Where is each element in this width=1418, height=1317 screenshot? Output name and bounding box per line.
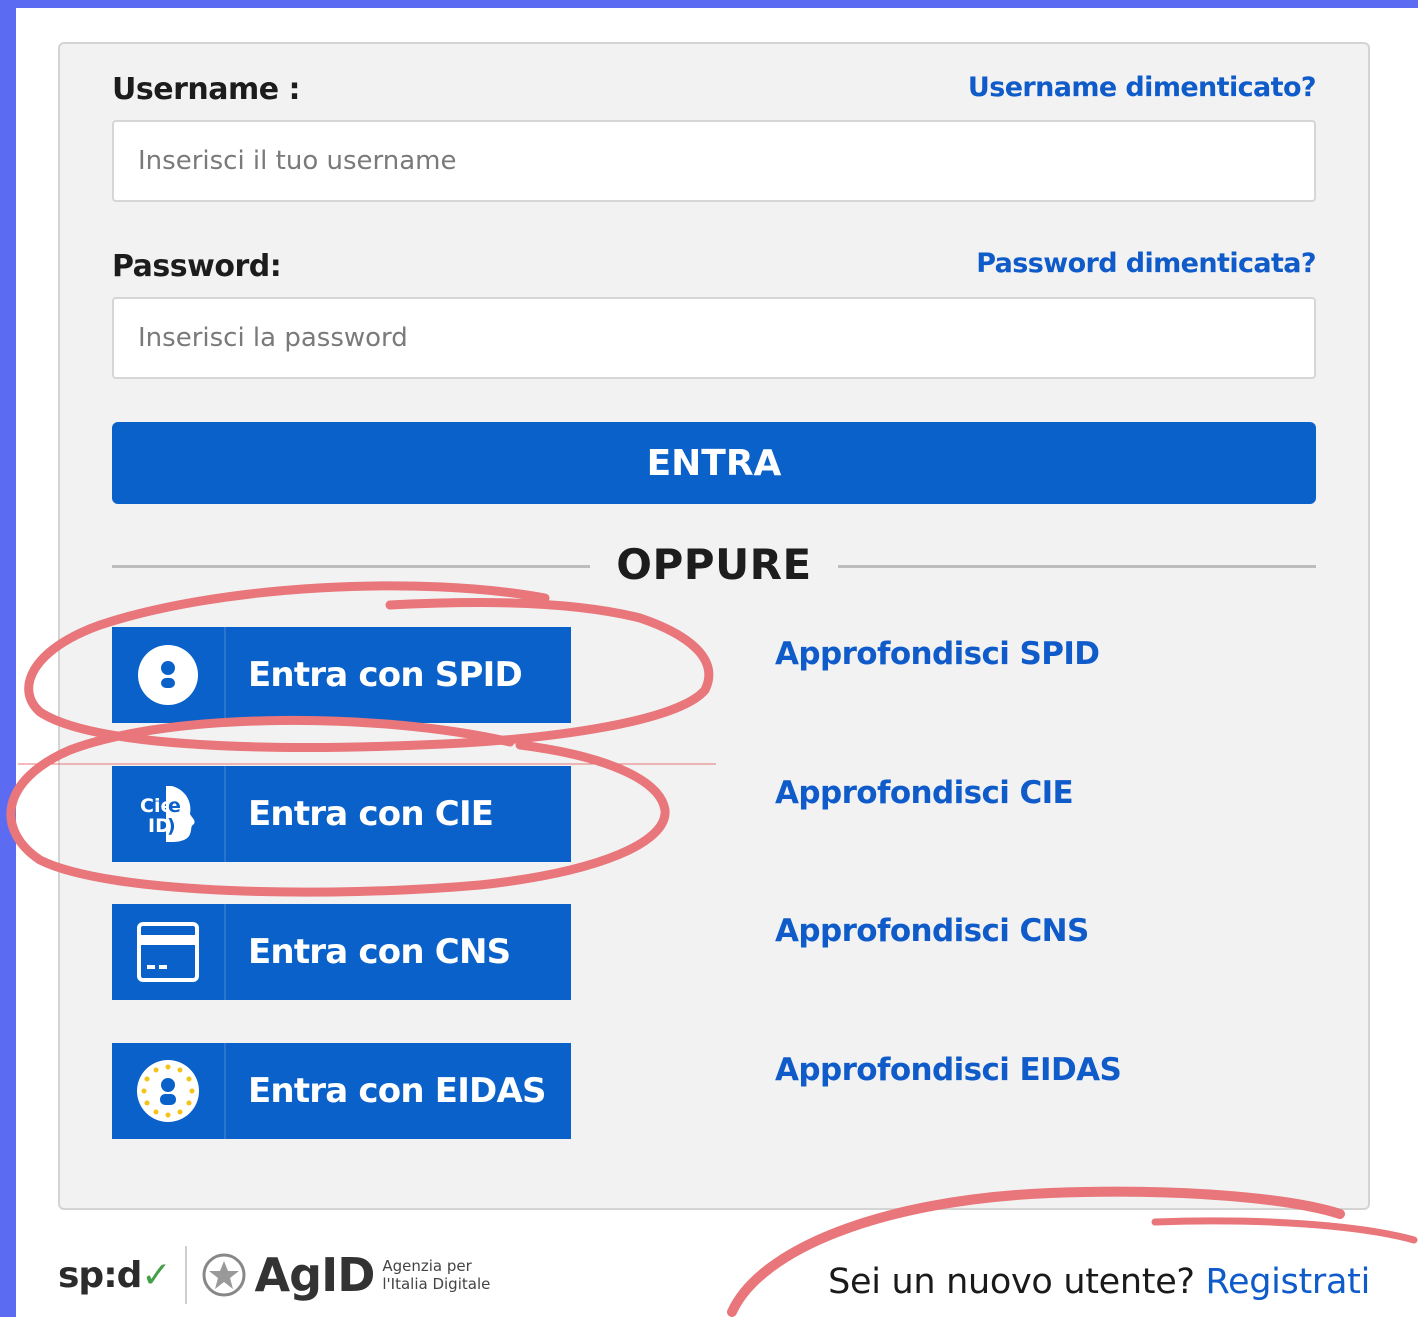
separator-text: OPPURE [616, 540, 812, 589]
separator-line-left [112, 565, 590, 568]
footer-logos: sp:d✓ AgID Agenzia per l'Italia Digitale [58, 1240, 490, 1310]
agid-subtitle: Agenzia per l'Italia Digitale [382, 1257, 491, 1293]
card-icon [112, 904, 226, 1000]
spid-button-label: Entra con SPID [248, 655, 523, 695]
learn-more-spid-link[interactable]: Approfondisci SPID [775, 636, 1100, 672]
cie-button-label: Entra con CIE [248, 794, 494, 834]
login-submit-button[interactable]: ENTRA [112, 422, 1316, 504]
svg-text:): ) [167, 815, 176, 837]
forgot-password-link[interactable]: Password dimenticata? [976, 248, 1316, 279]
learn-more-cns-link[interactable]: Approfondisci CNS [775, 913, 1089, 949]
cie-login-button[interactable]: Cie ID e ) Entra con CIE [112, 766, 571, 862]
user-circle-icon [112, 627, 226, 723]
eidas-user-icon [112, 1043, 226, 1139]
eidas-button-label: Entra con EIDAS [248, 1071, 546, 1111]
cns-button-label: Entra con CNS [248, 932, 511, 972]
learn-more-eidas-link[interactable]: Approfondisci EIDAS [775, 1052, 1122, 1088]
learn-more-cie-link[interactable]: Approfondisci CIE [775, 775, 1074, 811]
left-frame-border [0, 0, 16, 1317]
username-input[interactable] [112, 120, 1316, 202]
login-card [58, 42, 1370, 1210]
password-input[interactable] [112, 297, 1316, 379]
register-link[interactable]: Registrati [1206, 1262, 1371, 1302]
username-label: Username : [112, 72, 301, 107]
italian-emblem-icon [202, 1253, 246, 1297]
separator-line-right [838, 565, 1316, 568]
password-label: Password: [112, 249, 282, 284]
new-user-question: Sei un nuovo utente? [828, 1262, 1195, 1302]
new-user-prompt: Sei un nuovo utente? Registrati [828, 1262, 1370, 1302]
logo-separator [184, 1246, 187, 1304]
cie-id-icon: Cie ID e ) [112, 766, 226, 862]
register-annotation-tail [1151, 1217, 1418, 1244]
forgot-username-link[interactable]: Username dimenticato? [968, 72, 1317, 103]
spid-login-button[interactable]: Entra con SPID [112, 627, 571, 723]
top-frame-border [0, 0, 1418, 8]
check-icon: ✓ [141, 1254, 171, 1296]
svg-text:e: e [168, 795, 181, 817]
agid-logo: AgID [254, 1248, 376, 1302]
spid-logo: sp:d✓ [58, 1254, 172, 1296]
cns-login-button[interactable]: Entra con CNS [112, 904, 571, 1000]
eidas-login-button[interactable]: Entra con EIDAS [112, 1043, 571, 1139]
